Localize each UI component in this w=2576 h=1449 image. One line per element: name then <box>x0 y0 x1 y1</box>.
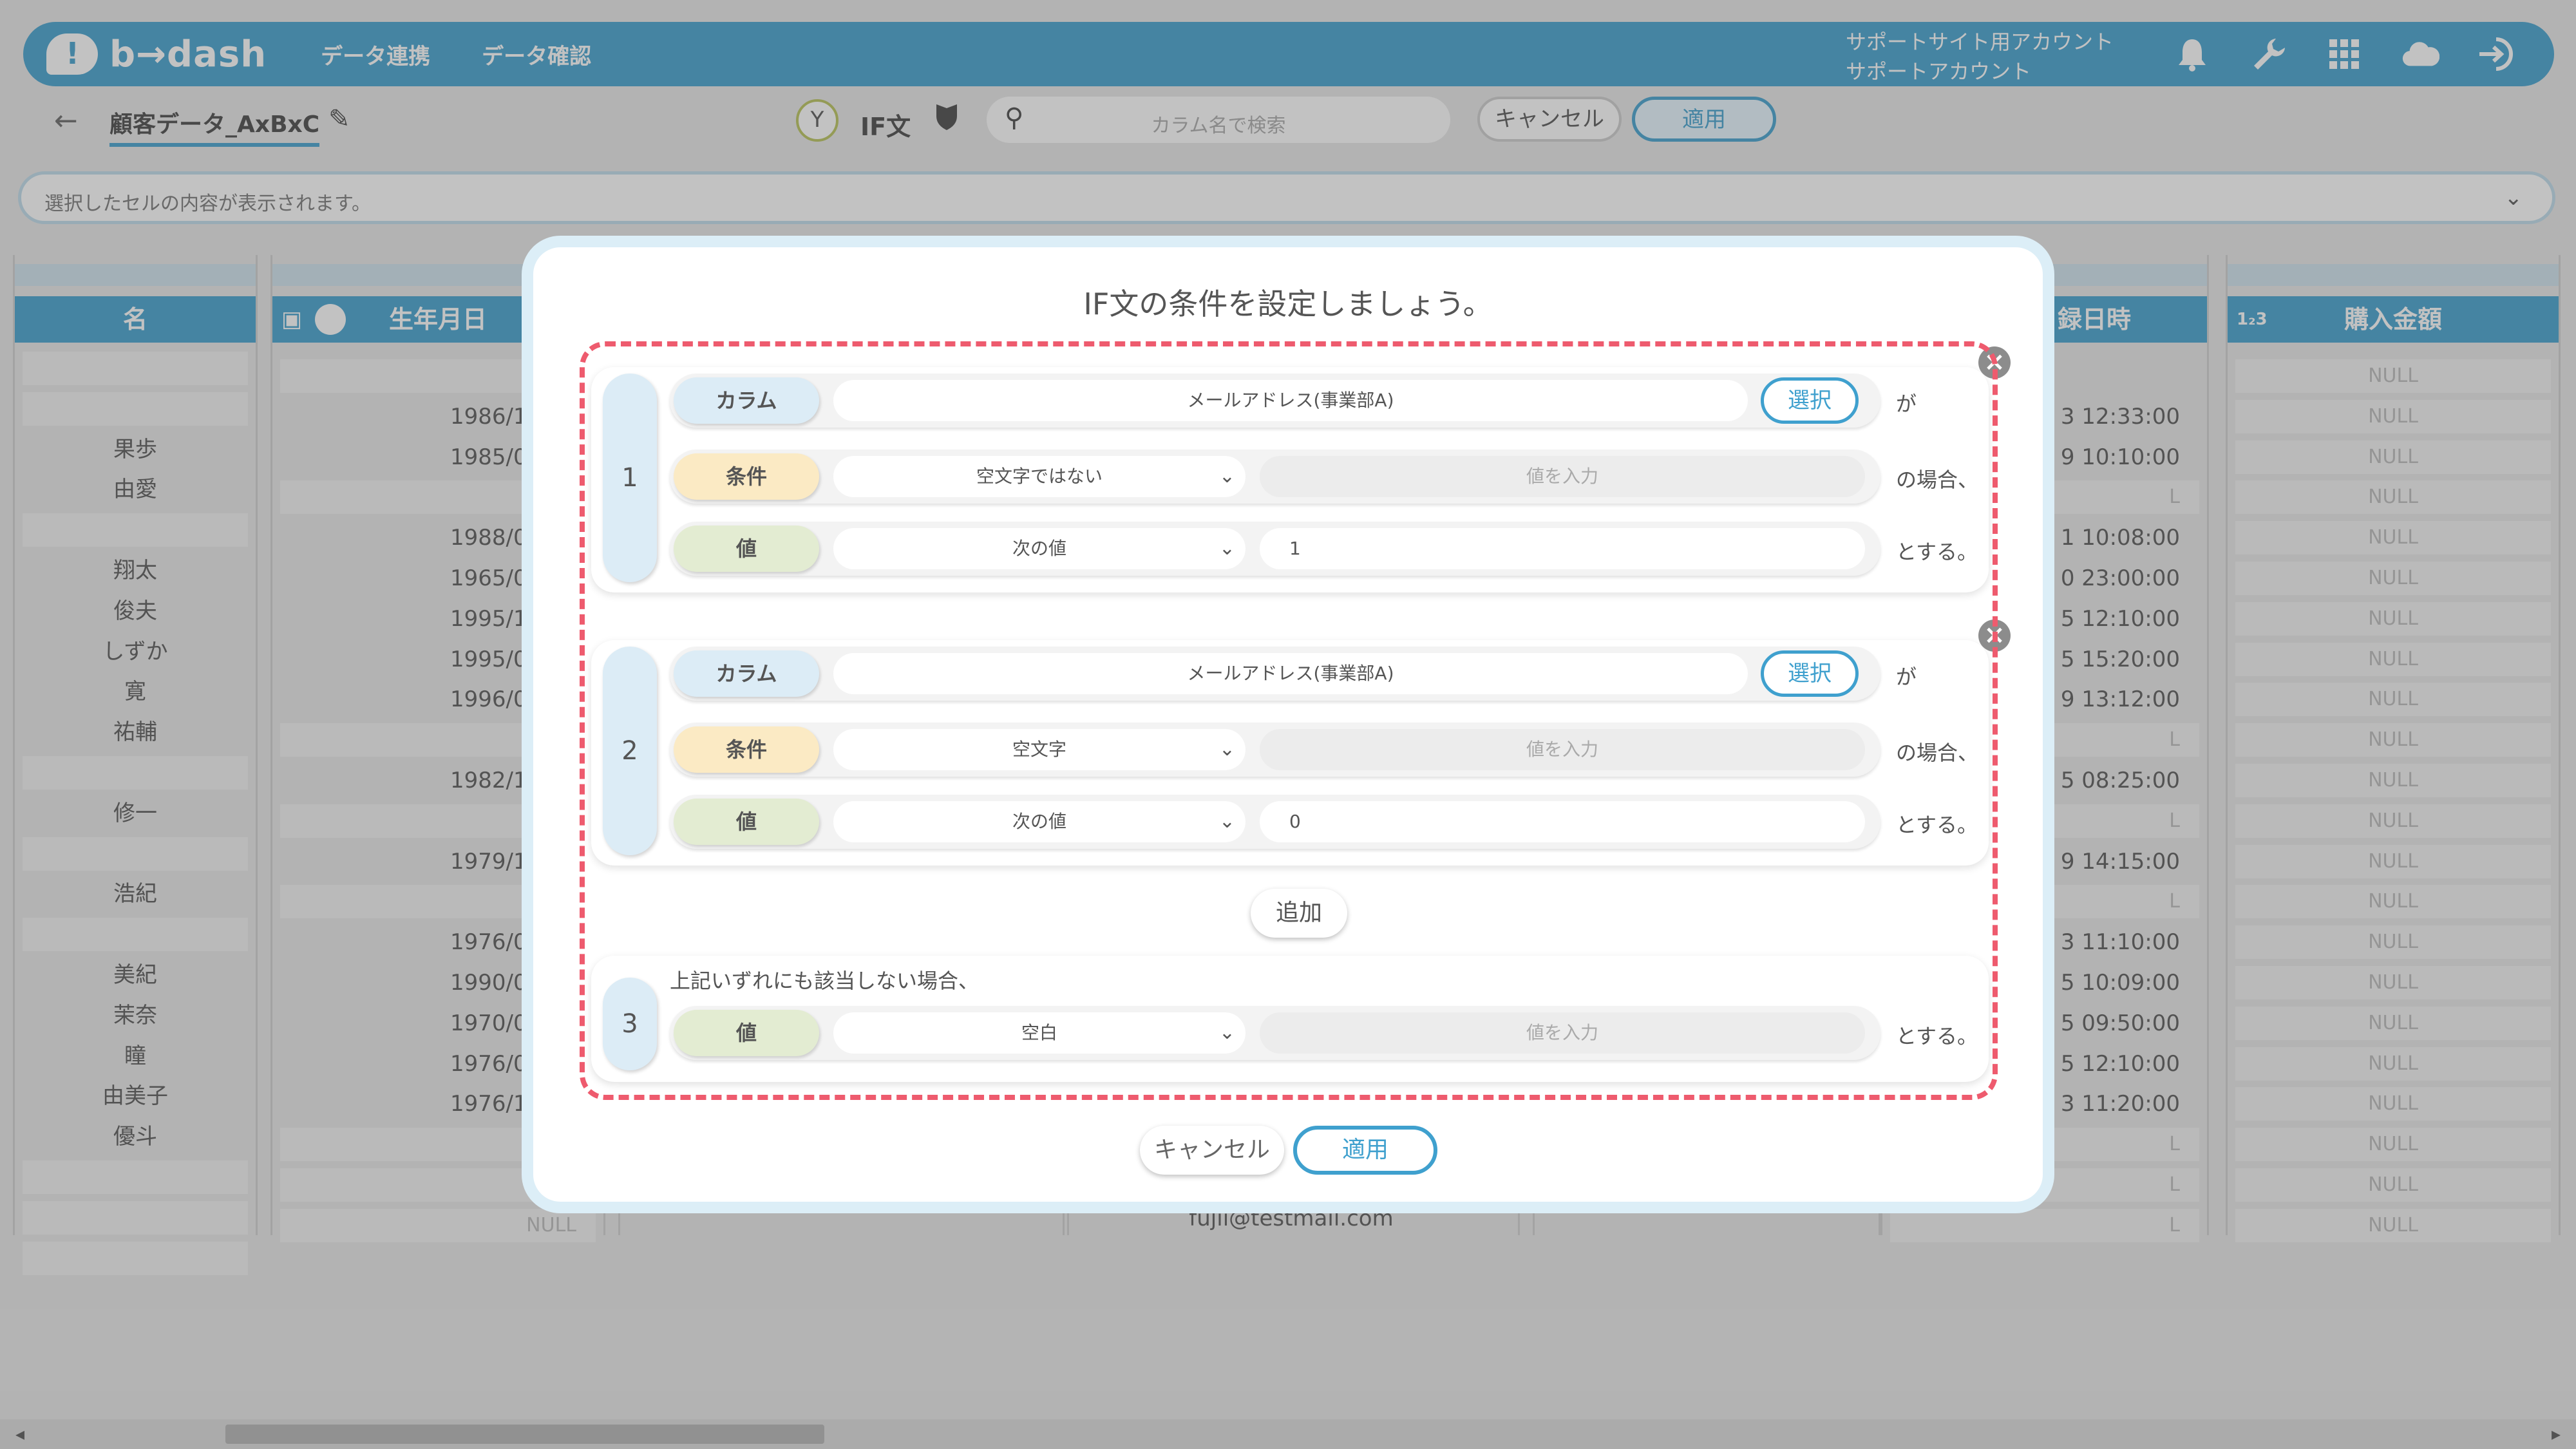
if-condition-dialog: IF文の条件を設定しましょう。 1 カラム メールアドレス(事業部A) 選択 が… <box>522 236 2054 1213</box>
dialog-apply-button[interactable]: 適用 <box>1293 1126 1437 1175</box>
dialog-title: IF文の条件を設定しましょう。 <box>1083 287 1493 321</box>
dialog-cancel-button[interactable]: キャンセル <box>1140 1126 1284 1175</box>
rules-dashed-frame <box>580 341 1998 1100</box>
